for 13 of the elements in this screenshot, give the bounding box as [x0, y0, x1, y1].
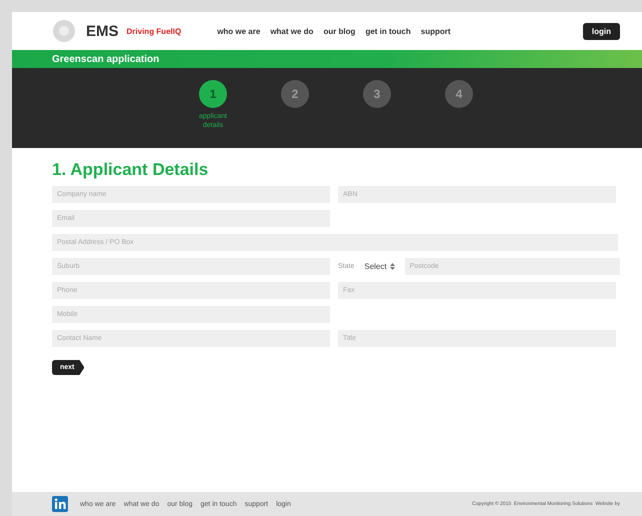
page-title: Greenscan application [52, 54, 160, 64]
nav-link[interactable]: what we do [270, 26, 314, 36]
nav-link[interactable]: support [420, 26, 451, 36]
logo-icon [52, 19, 76, 43]
tagline: Driving FuelIQ [126, 26, 182, 36]
login-button[interactable]: login [582, 22, 620, 40]
logo-text: EMS [86, 22, 119, 40]
linkedin-icon[interactable] [52, 496, 68, 512]
updown-icon [390, 262, 395, 271]
nav-link[interactable]: who we are [217, 26, 260, 36]
nav-link[interactable]: our blog [323, 26, 356, 36]
section-heading: 1. Applicant Details [52, 160, 210, 180]
nav-link[interactable]: get in touch [365, 26, 411, 36]
